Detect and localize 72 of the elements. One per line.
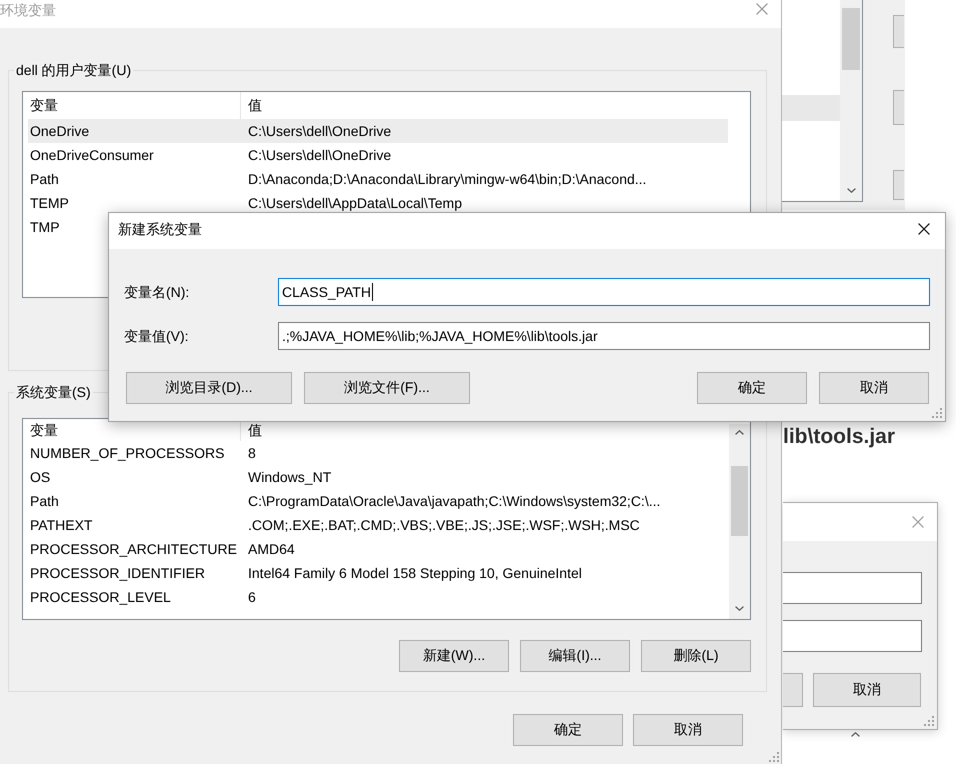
- scroll-up-icon[interactable]: [735, 430, 744, 435]
- list-cell: D:\Anaconda;D:\Anaconda\Library\mingw-w64\bin;D:\Anacond...: [248, 171, 646, 187]
- list-cell: PATHEXT: [30, 517, 92, 533]
- close-icon[interactable]: [918, 223, 930, 235]
- list-cell: C:\Users\dell\OneDrive: [248, 147, 392, 163]
- button-edge: [893, 15, 904, 48]
- list-cell: .COM;.EXE;.BAT;.CMD;.VBS;.VBE;.JS;.JSE;.WSF;.WSH;.MSC: [248, 517, 640, 533]
- dialog-title: 新建系统变量: [118, 220, 202, 239]
- list-row[interactable]: PROCESSOR_IDENTIFIER Intel64 Family 6 Model 158 Stepping 10, GenuineIntel: [28, 561, 728, 585]
- cancel-button[interactable]: 取消: [633, 714, 743, 746]
- list-cell: TEMP: [30, 195, 69, 211]
- list-cell: C:\Users\dell\OneDrive: [248, 123, 392, 139]
- scrollbar-thumb[interactable]: [842, 8, 860, 70]
- list-cell: Intel64 Family 6 Model 158 Stepping 10, GenuineIntel: [248, 565, 582, 581]
- list-row[interactable]: Path C:\ProgramData\Oracle\Java\javapath;C:\Windows\system32;C:\...: [28, 489, 728, 513]
- browse-file-button[interactable]: 浏览文件(F)...: [304, 372, 470, 404]
- input-field[interactable]: [783, 620, 922, 652]
- scrollbar-thumb[interactable]: [731, 466, 748, 536]
- cancel-button[interactable]: 取消: [813, 673, 921, 707]
- text-field[interactable]: .;%JAVA_HOME%\lib;%JAVA_HOME%\lib\tools.jar: [278, 322, 930, 350]
- list-row[interactable]: PROCESSOR_LEVEL 6: [28, 585, 728, 609]
- list-row[interactable]: OneDriveConsumer C:\Users\dell\OneDrive: [28, 143, 728, 167]
- button-edge: [893, 170, 904, 200]
- field-label: 变量名(N):: [124, 283, 190, 301]
- list-row[interactable]: OS Windows_NT: [28, 465, 728, 489]
- group-label: dell 的用户变量(U): [15, 61, 132, 80]
- column-header[interactable]: 变量: [30, 98, 58, 113]
- list-cell: 6: [248, 589, 256, 605]
- group-label: 系统变量(S): [15, 383, 92, 402]
- list-cell: C:\Users\dell\AppData\Local\Temp: [248, 195, 462, 211]
- list-cell: OneDrive: [30, 123, 90, 139]
- window-title: 环境变量: [0, 1, 56, 20]
- ok-button[interactable]: 确定: [697, 372, 807, 404]
- scroll-up-icon[interactable]: [851, 732, 860, 737]
- list-cell: AMD64: [248, 541, 295, 557]
- resize-grip-icon[interactable]: [932, 408, 942, 418]
- scroll-down-icon[interactable]: [735, 606, 744, 611]
- edit-button[interactable]: 编辑(I)...: [520, 640, 630, 672]
- text-cursor-icon: [372, 283, 373, 301]
- text-field[interactable]: CLASS_PATH: [278, 278, 930, 306]
- list-row[interactable]: PROCESSOR_ARCHITECTURE AMD64: [28, 537, 728, 561]
- list-cell: Path: [30, 171, 59, 187]
- list-row[interactable]: NUMBER_OF_PROCESSORS 8: [28, 441, 728, 465]
- resize-grip-icon[interactable]: [769, 752, 779, 762]
- column-header[interactable]: 变量: [30, 423, 58, 438]
- list-cell: NUMBER_OF_PROCESSORS: [30, 445, 224, 461]
- browse-folder-button[interactable]: 浏览目录(D)...: [126, 372, 292, 404]
- list-cell: Path: [30, 493, 59, 509]
- column-header[interactable]: 值: [248, 98, 262, 113]
- resize-grip-icon[interactable]: [924, 716, 934, 726]
- list-row[interactable]: PATHEXT .COM;.EXE;.BAT;.CMD;.VBS;.VBE;.JS;.JSE;.WSF;.WSH;.MSC: [28, 513, 728, 537]
- list-row[interactable]: OneDrive C:\Users\dell\OneDrive: [28, 119, 728, 143]
- document-text: lib\tools.jar: [783, 425, 896, 449]
- list-cell: 8: [248, 445, 256, 461]
- list-cell: OneDriveConsumer: [30, 147, 154, 163]
- list-cell: PROCESSOR_LEVEL: [30, 589, 171, 605]
- new-button[interactable]: 新建(W)...: [399, 640, 509, 672]
- ok-button[interactable]: 确定: [513, 714, 623, 746]
- list-cell: PROCESSOR_ARCHITECTURE: [30, 541, 237, 557]
- list-cell: Windows_NT: [248, 469, 332, 485]
- list-cell: PROCESSOR_IDENTIFIER: [30, 565, 206, 581]
- input-field[interactable]: [783, 572, 922, 604]
- button-edge: [893, 90, 904, 125]
- delete-button[interactable]: 删除(L): [641, 640, 751, 672]
- list-row[interactable]: TEMP C:\Users\dell\AppData\Local\Temp: [28, 191, 728, 215]
- list-row[interactable]: Path D:\Anaconda;D:\Anaconda\Library\mingw-w64\bin;D:\Anacond...: [28, 167, 728, 191]
- field-label: 变量值(V):: [124, 327, 190, 345]
- list-cell: OS: [30, 469, 50, 485]
- column-header[interactable]: 值: [248, 423, 262, 438]
- list-cell: C:\ProgramData\Oracle\Java\javapath;C:\Windows\system32;C:\...: [248, 493, 660, 509]
- scroll-down-icon[interactable]: [846, 188, 856, 193]
- cancel-button[interactable]: 取消: [819, 372, 929, 404]
